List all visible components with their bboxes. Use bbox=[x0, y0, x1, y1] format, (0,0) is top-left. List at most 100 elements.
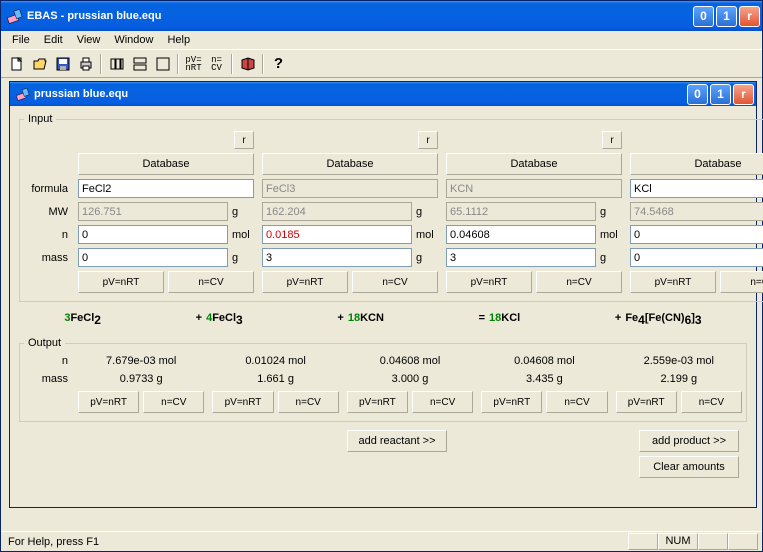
layout3-icon[interactable] bbox=[151, 53, 174, 75]
mw-input bbox=[630, 202, 763, 221]
pvnrt-button[interactable]: pV=nRT bbox=[78, 271, 164, 293]
mass-input[interactable] bbox=[78, 248, 228, 267]
layout2-icon[interactable] bbox=[128, 53, 151, 75]
remove-column-button[interactable]: r bbox=[418, 131, 438, 149]
child-titlebar: prussian blue.equ 0 1 r bbox=[10, 82, 756, 106]
child-title: prussian blue.equ bbox=[34, 88, 687, 100]
menu-edit[interactable]: Edit bbox=[37, 32, 70, 48]
output-mass-value: 0.9733 g bbox=[78, 373, 204, 385]
clear-amounts-button[interactable]: Clear amounts bbox=[639, 456, 739, 478]
output-mass-value: 3.000 g bbox=[347, 373, 473, 385]
out-ncv-button[interactable]: n=CV bbox=[546, 391, 607, 413]
formula-input[interactable] bbox=[446, 179, 622, 198]
book-icon[interactable] bbox=[236, 53, 259, 75]
out-mass-label: mass bbox=[24, 373, 70, 385]
pvnrt-tool-icon[interactable]: pV=nRT bbox=[182, 53, 205, 75]
n-input[interactable] bbox=[262, 225, 412, 244]
unit-g: g bbox=[600, 206, 622, 218]
output-n-value: 0.04608 mol bbox=[481, 355, 607, 367]
out-ncv-button[interactable]: n=CV bbox=[681, 391, 742, 413]
save-icon[interactable] bbox=[51, 53, 74, 75]
out-ncv-button[interactable]: n=CV bbox=[143, 391, 204, 413]
unit-g: g bbox=[232, 206, 254, 218]
pvnrt-button[interactable]: pV=nRT bbox=[630, 271, 716, 293]
unit-g: g bbox=[416, 252, 438, 264]
output-mass-value: 2.199 g bbox=[616, 373, 742, 385]
menu-view[interactable]: View bbox=[70, 32, 108, 48]
database-button[interactable]: Database bbox=[630, 153, 763, 175]
help-icon[interactable]: ? bbox=[267, 53, 290, 75]
mass-input[interactable] bbox=[630, 248, 763, 267]
child-minimize-button[interactable]: 0 bbox=[687, 84, 708, 105]
layout1-icon[interactable] bbox=[105, 53, 128, 75]
out-pvnrt-button[interactable]: pV=nRT bbox=[616, 391, 677, 413]
doc-icon bbox=[16, 87, 30, 101]
mass-input[interactable] bbox=[446, 248, 596, 267]
document-window: prussian blue.equ 0 1 r Input rrrrrDatab… bbox=[9, 81, 757, 508]
formula-input[interactable] bbox=[262, 179, 438, 198]
main-window: EBAS - prussian blue.equ 0 1 r File Edit… bbox=[0, 0, 763, 552]
new-icon[interactable] bbox=[5, 53, 28, 75]
open-icon[interactable] bbox=[28, 53, 51, 75]
output-mass-value: 3.435 g bbox=[481, 373, 607, 385]
output-n-value: 0.04608 mol bbox=[347, 355, 473, 367]
mass-input[interactable] bbox=[262, 248, 412, 267]
out-pvnrt-button[interactable]: pV=nRT bbox=[347, 391, 408, 413]
out-ncv-button[interactable]: n=CV bbox=[278, 391, 339, 413]
ncv-tool-icon[interactable]: n=CV bbox=[205, 53, 228, 75]
n-input[interactable] bbox=[446, 225, 596, 244]
out-pvnrt-button[interactable]: pV=nRT bbox=[78, 391, 139, 413]
output-n-value: 2.559e-03 mol bbox=[616, 355, 742, 367]
formula-input[interactable] bbox=[630, 179, 763, 198]
ncv-button[interactable]: n=CV bbox=[352, 271, 438, 293]
add-reactant-button[interactable]: add reactant >> bbox=[347, 430, 447, 452]
print-icon[interactable] bbox=[74, 53, 97, 75]
database-button[interactable]: Database bbox=[446, 153, 622, 175]
menu-help[interactable]: Help bbox=[160, 32, 197, 48]
unit-g: g bbox=[232, 252, 254, 264]
unit-mol: mol bbox=[416, 229, 438, 241]
ncv-button[interactable]: n=CV bbox=[168, 271, 254, 293]
minimize-button[interactable]: 0 bbox=[693, 6, 714, 27]
ncv-button[interactable]: n=CV bbox=[720, 271, 763, 293]
formula-label: formula bbox=[24, 183, 70, 195]
remove-column-button[interactable]: r bbox=[234, 131, 254, 149]
status-grip bbox=[728, 533, 758, 550]
out-pvnrt-button[interactable]: pV=nRT bbox=[212, 391, 273, 413]
child-maximize-button[interactable]: 1 bbox=[710, 84, 731, 105]
out-n-label: n bbox=[24, 355, 70, 367]
output-fieldset: Output n 7.679e-03 mol 0.01024 mol 0.04608 … bbox=[19, 337, 747, 422]
menu-file[interactable]: File bbox=[5, 32, 37, 48]
unit-g: g bbox=[416, 206, 438, 218]
input-fieldset: Input rrrrrDatabaseDatabaseDatabaseDatab… bbox=[19, 113, 763, 302]
unit-mol: mol bbox=[600, 229, 622, 241]
menu-window[interactable]: Window bbox=[107, 32, 160, 48]
mass-label: mass bbox=[24, 252, 70, 264]
mw-input bbox=[78, 202, 228, 221]
maximize-button[interactable]: 1 bbox=[716, 6, 737, 27]
pvnrt-button[interactable]: pV=nRT bbox=[262, 271, 348, 293]
ncv-button[interactable]: n=CV bbox=[536, 271, 622, 293]
output-n-value: 0.01024 mol bbox=[212, 355, 338, 367]
child-close-button[interactable]: r bbox=[733, 84, 754, 105]
output-mass-value: 1.661 g bbox=[212, 373, 338, 385]
n-input[interactable] bbox=[630, 225, 763, 244]
out-ncv-button[interactable]: n=CV bbox=[412, 391, 473, 413]
remove-column-button[interactable]: r bbox=[602, 131, 622, 149]
out-pvnrt-button[interactable]: pV=nRT bbox=[481, 391, 542, 413]
n-input[interactable] bbox=[78, 225, 228, 244]
close-button[interactable]: r bbox=[739, 6, 760, 27]
database-button[interactable]: Database bbox=[78, 153, 254, 175]
app-icon bbox=[7, 8, 23, 24]
add-product-button[interactable]: add product >> bbox=[639, 430, 739, 452]
database-button[interactable]: Database bbox=[262, 153, 438, 175]
mw-label: MW bbox=[24, 206, 70, 218]
main-titlebar: EBAS - prussian blue.equ 0 1 r bbox=[1, 1, 762, 31]
main-title: EBAS - prussian blue.equ bbox=[27, 10, 693, 22]
output-n-value: 7.679e-03 mol bbox=[78, 355, 204, 367]
status-help-text: For Help, press F1 bbox=[5, 535, 628, 549]
formula-input[interactable] bbox=[78, 179, 254, 198]
equation-display: 3FeCl2+4FeCl3+18KCN=18KCl+Fe4[Fe(CN)6]3 bbox=[19, 302, 747, 337]
output-legend: Output bbox=[24, 337, 65, 349]
pvnrt-button[interactable]: pV=nRT bbox=[446, 271, 532, 293]
